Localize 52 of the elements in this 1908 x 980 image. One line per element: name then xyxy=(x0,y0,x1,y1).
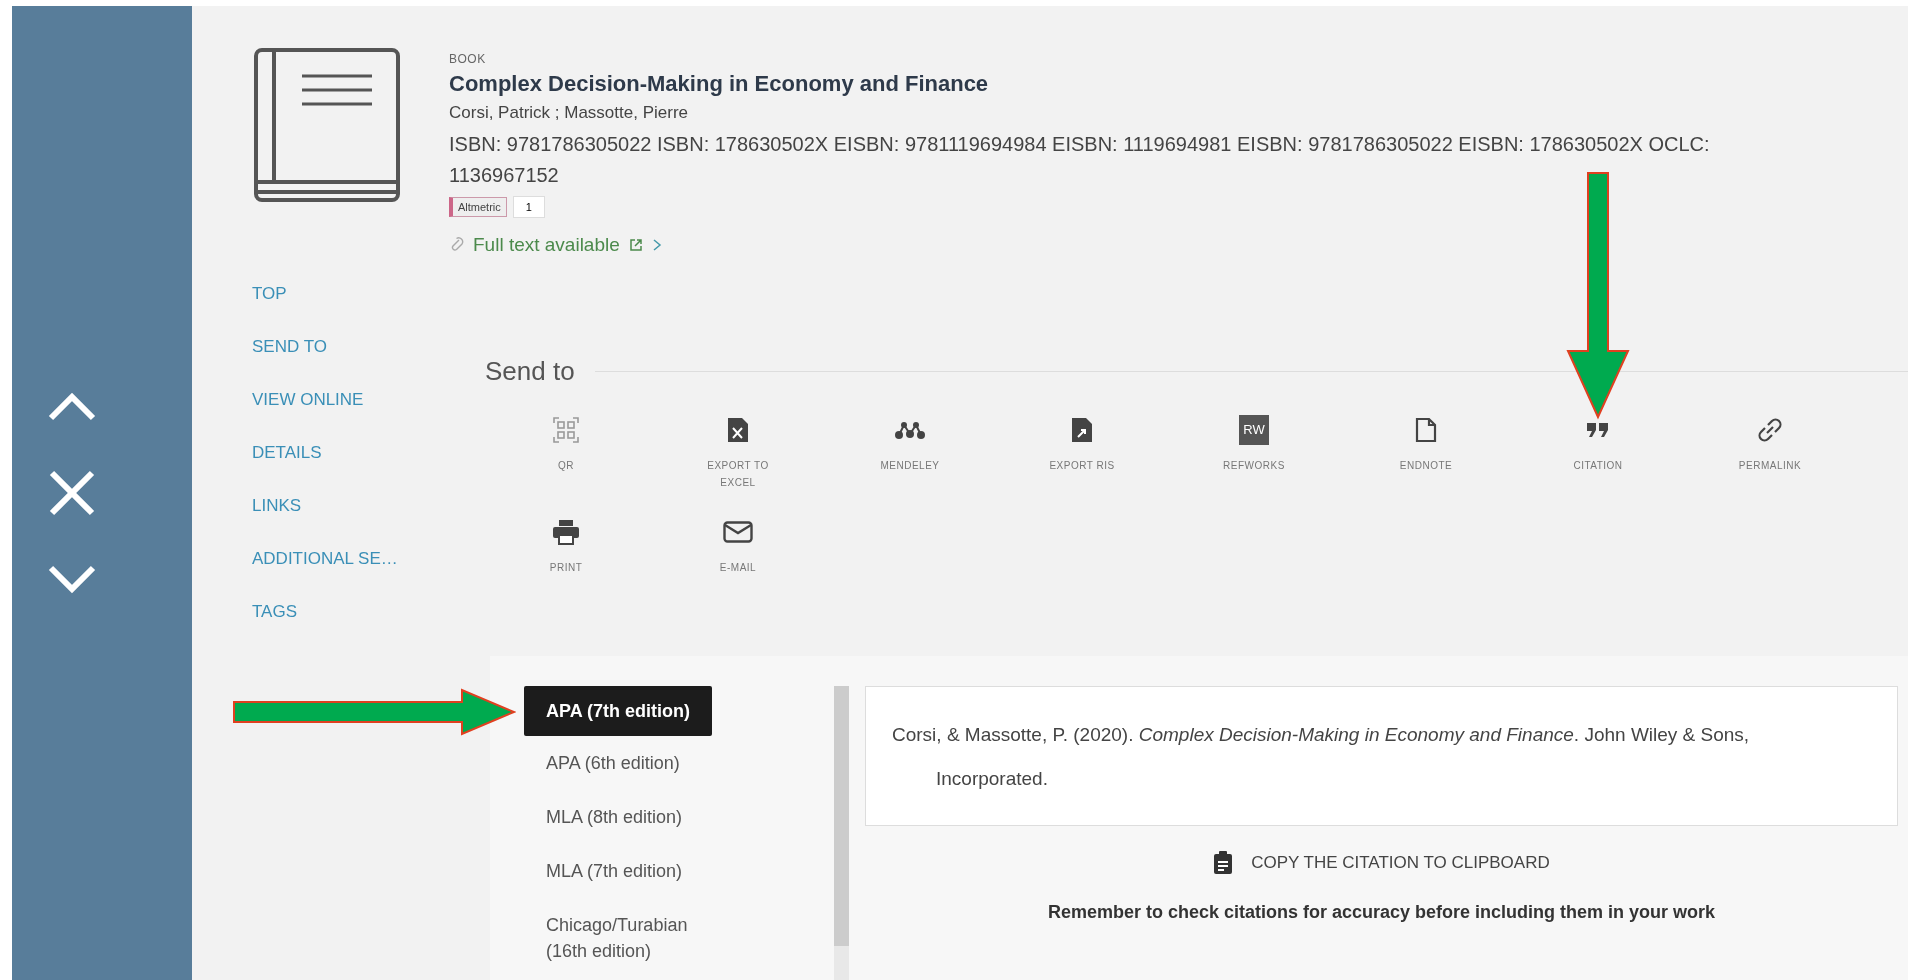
citation-style-option[interactable]: Chicago/Turabian (16th edition) xyxy=(524,898,738,978)
citation-style-option[interactable]: APA (7th edition) xyxy=(524,686,712,736)
document-icon xyxy=(1415,417,1437,443)
send-to-button[interactable]: RW REFWORKS xyxy=(1209,415,1299,491)
book-icon xyxy=(252,46,402,204)
link-icon xyxy=(1757,417,1783,443)
section-link[interactable]: ADDITIONAL SE… xyxy=(252,549,449,569)
altmetric-badge[interactable]: Altmetric xyxy=(449,197,507,217)
record-identifiers: ISBN: 9781786305022 ISBN: 178630502X EISBN: 9781119694984 EISBN: 1119694981 EISBN: 9781786305022 EISBN: 178630502X OCLC: 1136967152 xyxy=(449,132,1711,188)
scrollbar-thumb[interactable] xyxy=(834,686,849,946)
external-link-icon xyxy=(627,237,644,253)
record-type: BOOK xyxy=(449,52,487,66)
send-to-button[interactable]: ENDNOTE xyxy=(1381,415,1471,491)
send-to-button[interactable]: QR xyxy=(521,415,611,491)
paperclip-icon xyxy=(449,237,465,253)
envelope-icon xyxy=(723,521,753,543)
section-link[interactable]: TOP xyxy=(252,284,449,304)
send-to-button[interactable]: EXPORT TO EXCEL xyxy=(693,415,783,491)
send-to-button[interactable]: CITATION xyxy=(1553,415,1643,491)
accuracy-note: Remember to check citations for accuracy before including them in your work xyxy=(1047,902,1716,923)
quote-icon xyxy=(1586,422,1610,438)
close-icon xyxy=(47,468,97,518)
network-icon xyxy=(894,420,926,440)
spreadsheet-file-icon xyxy=(727,417,749,443)
send-to-button[interactable]: MENDELEY xyxy=(865,415,955,491)
clipboard-icon xyxy=(1213,851,1234,875)
send-to-button[interactable]: EXPORT RIS xyxy=(1037,415,1127,491)
record-authors: Corsi, Patrick ; Massotte, Pierre xyxy=(449,103,689,123)
send-to-button[interactable]: E-MAIL xyxy=(693,517,783,576)
citation-style-option[interactable]: APA (6th edition) xyxy=(524,736,738,790)
section-link[interactable]: TAGS xyxy=(252,602,449,622)
full-text-link[interactable]: Full text available xyxy=(449,234,1908,256)
chevron-right-icon xyxy=(651,238,662,252)
qr-code-icon xyxy=(553,417,579,443)
chevron-up-icon xyxy=(47,392,97,422)
section-link[interactable]: LINKS xyxy=(252,496,449,516)
citation-style-option[interactable]: MLA (7th edition) xyxy=(524,844,738,898)
record-title[interactable]: Complex Decision-Making in Economy and Finance xyxy=(449,71,1908,97)
section-link[interactable]: VIEW ONLINE xyxy=(252,390,449,410)
citation-style-option[interactable]: MLA (8th edition) xyxy=(524,790,738,844)
export-file-icon xyxy=(1071,417,1093,443)
section-heading: Send to xyxy=(485,356,575,387)
citation-text: Corsi, & Massotte, P. (2020). Complex Decision-Making in Economy and Finance. John Wiley & Sons, Incorporated. xyxy=(865,686,1898,826)
chevron-down-icon xyxy=(47,564,97,594)
send-to-button[interactable]: PRINT xyxy=(521,517,611,576)
copy-citation-button[interactable]: COPY THE CITATION TO CLIPBOARD xyxy=(1207,850,1556,876)
altmetric-score: 1 xyxy=(512,196,545,218)
section-link[interactable]: DETAILS xyxy=(252,443,449,463)
section-link[interactable]: SEND TO xyxy=(252,337,449,357)
printer-icon xyxy=(552,519,580,545)
rw-logo: RW xyxy=(1239,415,1269,445)
send-to-button[interactable]: PERMALINK xyxy=(1725,415,1815,491)
